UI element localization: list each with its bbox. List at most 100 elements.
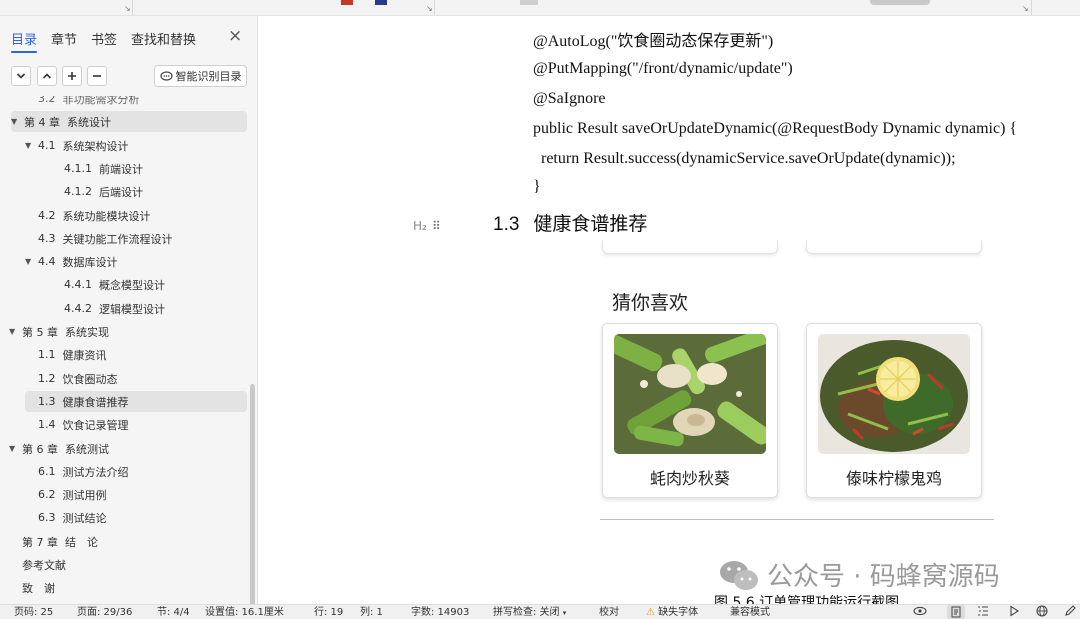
toc-item[interactable]: 参考文献 (22, 554, 66, 575)
ribbon-expand-icon[interactable]: ↘ (1022, 5, 1029, 13)
code-line: @PutMapping("/front/dynamic/update") (533, 60, 793, 77)
recipe-name: 蚝肉炒秋葵 (649, 469, 730, 488)
remove-level-button[interactable] (87, 66, 107, 86)
plus-icon (68, 72, 76, 80)
toc-item[interactable]: 致 谢 (22, 577, 55, 598)
toc-item-label: 系统测试 (65, 442, 109, 456)
toc-item-number: 1.1 (38, 348, 56, 361)
status-page-number[interactable]: 页码: 25 (14, 606, 53, 619)
minus-icon (93, 75, 101, 77)
add-level-button[interactable] (62, 66, 82, 86)
toc-item-number: 第 5 章 (22, 325, 58, 339)
smart-toc-button[interactable]: 智能识别目录 (154, 65, 247, 87)
ribbon-field[interactable] (870, 0, 930, 5)
outline-view-icon[interactable] (977, 605, 989, 619)
status-spell-check[interactable]: 拼写检查: 关闭 ▾ (493, 606, 566, 619)
toc-item-label: 结 论 (65, 535, 98, 549)
toc-item[interactable]: 1.3 健康食谱推荐 (25, 391, 247, 412)
page-view-icon[interactable] (947, 605, 965, 619)
toc-item[interactable]: ▼ 第 4 章系统设计 (11, 111, 247, 132)
toc-list: 3.2 非功能需求分析 ▼ 第 4 章系统设计 ▼ 4.1 系统架构设计 4.1.1 前端设计 4… (0, 96, 250, 604)
pen-icon[interactable] (1064, 605, 1076, 619)
ribbon-strip: ↘ ↘ ↘ (0, 0, 1080, 16)
missing-font-label: 缺失字体 (658, 607, 699, 618)
toc-item[interactable]: 3.2 非功能需求分析 (38, 96, 140, 109)
toc-item[interactable]: 4.4.1 概念模型设计 (64, 274, 165, 295)
toc-item-label: 非功能需求分析 (62, 96, 140, 106)
okra-oyster-dish-photo (614, 334, 766, 454)
toc-item[interactable]: 第 7 章结 论 (22, 531, 98, 552)
ribbon-group (133, 0, 435, 15)
toc-item[interactable]: 4.2 系统功能模块设计 (38, 205, 151, 226)
toc-item[interactable]: 4.1.2 后端设计 (64, 181, 143, 202)
heading-level-marker[interactable]: H₂ (413, 219, 427, 233)
tab-find-replace[interactable]: 查找和替换 (131, 29, 196, 48)
status-line[interactable]: 行: 19 (314, 606, 343, 619)
toc-item-number: 4.4.2 (64, 302, 92, 315)
ai-chat-icon (159, 70, 173, 81)
collapse-all-button[interactable] (11, 66, 31, 86)
toc-item-label: 测试结论 (62, 511, 107, 525)
toc-item-number: 4.4.1 (64, 278, 92, 291)
expand-caret-icon[interactable]: ▼ (25, 257, 35, 266)
expand-caret-icon[interactable]: ▼ (25, 141, 35, 150)
ribbon-expand-icon[interactable]: ↘ (426, 5, 433, 13)
tab-chapters[interactable]: 章节 (51, 29, 77, 48)
toc-item[interactable]: ▼ 4.4 数据库设计 (25, 251, 118, 272)
status-setting[interactable]: 设置值: 16.1厘米 (205, 606, 284, 619)
status-column[interactable]: 列: 1 (360, 606, 383, 619)
code-line: public Result saveOrUpdateDynamic(@Reque… (533, 120, 1018, 137)
eye-icon[interactable] (913, 605, 927, 619)
wechat-icon (720, 560, 758, 590)
toc-item[interactable]: 6.2 测试用例 (38, 484, 107, 505)
toc-item[interactable]: 4.1.1 前端设计 (64, 158, 143, 179)
toc-item[interactable]: 1.4 饮食记录管理 (38, 414, 129, 435)
section-heading[interactable]: 1.3 健康食谱推荐 (493, 209, 647, 236)
toc-item[interactable]: ▼ 第 6 章系统测试 (9, 438, 109, 459)
globe-icon[interactable] (1036, 605, 1048, 619)
figure-caption: 图 5.6 订单管理功能运行截图 (714, 595, 900, 604)
code-line: @AutoLog("饮食圈动态保存更新") (533, 33, 774, 50)
expand-caret-icon[interactable]: ▼ (11, 117, 21, 126)
status-missing-font[interactable]: ⚠ 缺失字体 (646, 606, 698, 619)
toc-item-label: 饮食圈动态 (62, 372, 118, 386)
toc-item[interactable]: 4.4.2 逻辑模型设计 (64, 298, 165, 319)
status-word-count[interactable]: 字数: 14903 (411, 606, 469, 619)
toc-scrollbar[interactable] (250, 384, 255, 616)
toc-item[interactable]: 1.1 健康资讯 (38, 344, 107, 365)
nav-tabs: 目录 章节 书签 查找和替换 × (0, 16, 258, 56)
tab-bookmarks[interactable]: 书签 (91, 29, 117, 48)
expand-up-button[interactable] (37, 66, 57, 86)
drag-handle-icon[interactable]: ⠿ (432, 219, 441, 233)
toc-item[interactable]: 6.3 测试结论 (38, 507, 107, 528)
status-page-count[interactable]: 页面: 29/36 (77, 606, 132, 619)
toc-item[interactable]: 1.2 饮食圈动态 (38, 368, 118, 389)
ribbon-group (435, 0, 1032, 15)
toc-item-number: 4.4 (38, 255, 56, 268)
watermark-text: 公众号 · 码蜂窝源码 (767, 562, 1000, 592)
toc-item-label: 致 谢 (22, 581, 55, 595)
status-proofread[interactable]: 校对 (599, 606, 619, 619)
toc-item-number: 第 6 章 (22, 442, 58, 456)
toc-item[interactable]: 6.1 测试方法介绍 (38, 461, 129, 482)
ribbon-expand-icon[interactable]: ↘ (124, 5, 131, 13)
toc-item-label: 系统功能模块设计 (62, 209, 151, 223)
expand-caret-icon[interactable]: ▼ (9, 327, 19, 336)
status-bar: 页码: 25 页面: 29/36 节: 4/4 设置值: 16.1厘米 行: 1… (0, 604, 1080, 619)
tab-toc[interactable]: 目录 (11, 29, 38, 53)
play-icon[interactable] (1008, 605, 1020, 619)
toc-item[interactable]: ▼ 第 5 章系统实现 (9, 321, 109, 342)
toc-item-number: 第 4 章 (24, 115, 60, 129)
status-section[interactable]: 节: 4/4 (157, 606, 190, 619)
recipe-card[interactable]: 蚝肉炒秋葵 (602, 323, 778, 498)
expand-caret-icon[interactable]: ▼ (9, 444, 19, 453)
close-icon[interactable]: × (228, 26, 242, 46)
card-fragment (602, 240, 778, 254)
card-fragment (806, 240, 982, 254)
toc-item[interactable]: ▼ 4.1 系统架构设计 (25, 135, 129, 156)
toc-item-label: 测试用例 (62, 488, 107, 502)
toc-item[interactable]: 4.3 关键功能工作流程设计 (38, 228, 173, 249)
recipe-card[interactable]: 傣味柠檬鬼鸡 (806, 323, 982, 498)
recommend-title: 猜你喜欢 (612, 292, 689, 314)
chevron-down-icon: ▾ (562, 609, 567, 617)
